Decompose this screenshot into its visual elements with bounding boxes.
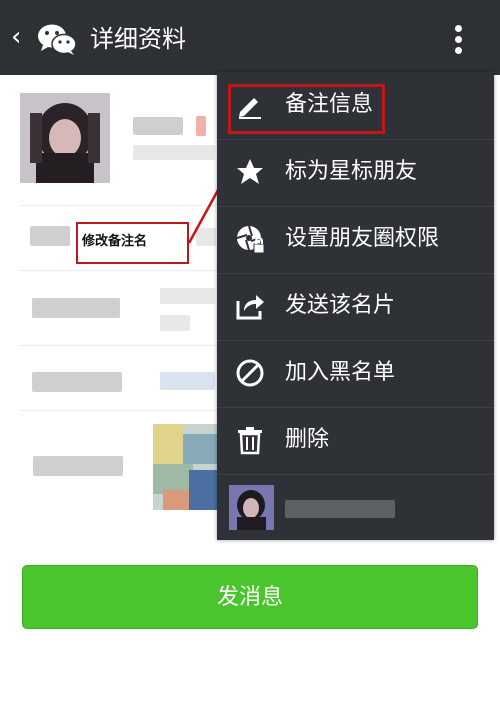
menu-item-contact[interactable] (217, 474, 494, 541)
menu-item-star[interactable]: 标为星标朋友 (217, 139, 494, 207)
menu-item-moments-permission[interactable]: 设置朋友圈权限 (217, 206, 494, 274)
star-icon (237, 159, 263, 184)
menu-item-send-card[interactable]: 发送该名片 (217, 273, 494, 341)
menu-item-delete[interactable]: 删除 (217, 407, 494, 475)
contact-name (285, 500, 395, 518)
menu-item-label: 删除 (285, 427, 330, 452)
block-icon (236, 359, 264, 387)
overflow-menu: 备注信息 标为星标朋友 设置朋友圈权限 发送该名片 加入黑名单 删除 (217, 72, 494, 540)
menu-item-label: 设置朋友圈权限 (285, 226, 440, 251)
menu-item-label: 发送该名片 (285, 293, 396, 318)
trash-icon (238, 427, 262, 455)
highlight-box (228, 84, 385, 134)
aperture-lock-icon (236, 225, 265, 254)
menu-item-label: 加入黑名单 (285, 360, 396, 385)
share-icon (236, 295, 264, 320)
avatar (229, 485, 274, 530)
menu-item-blacklist[interactable]: 加入黑名单 (217, 340, 494, 408)
menu-item-label: 标为星标朋友 (285, 159, 418, 184)
